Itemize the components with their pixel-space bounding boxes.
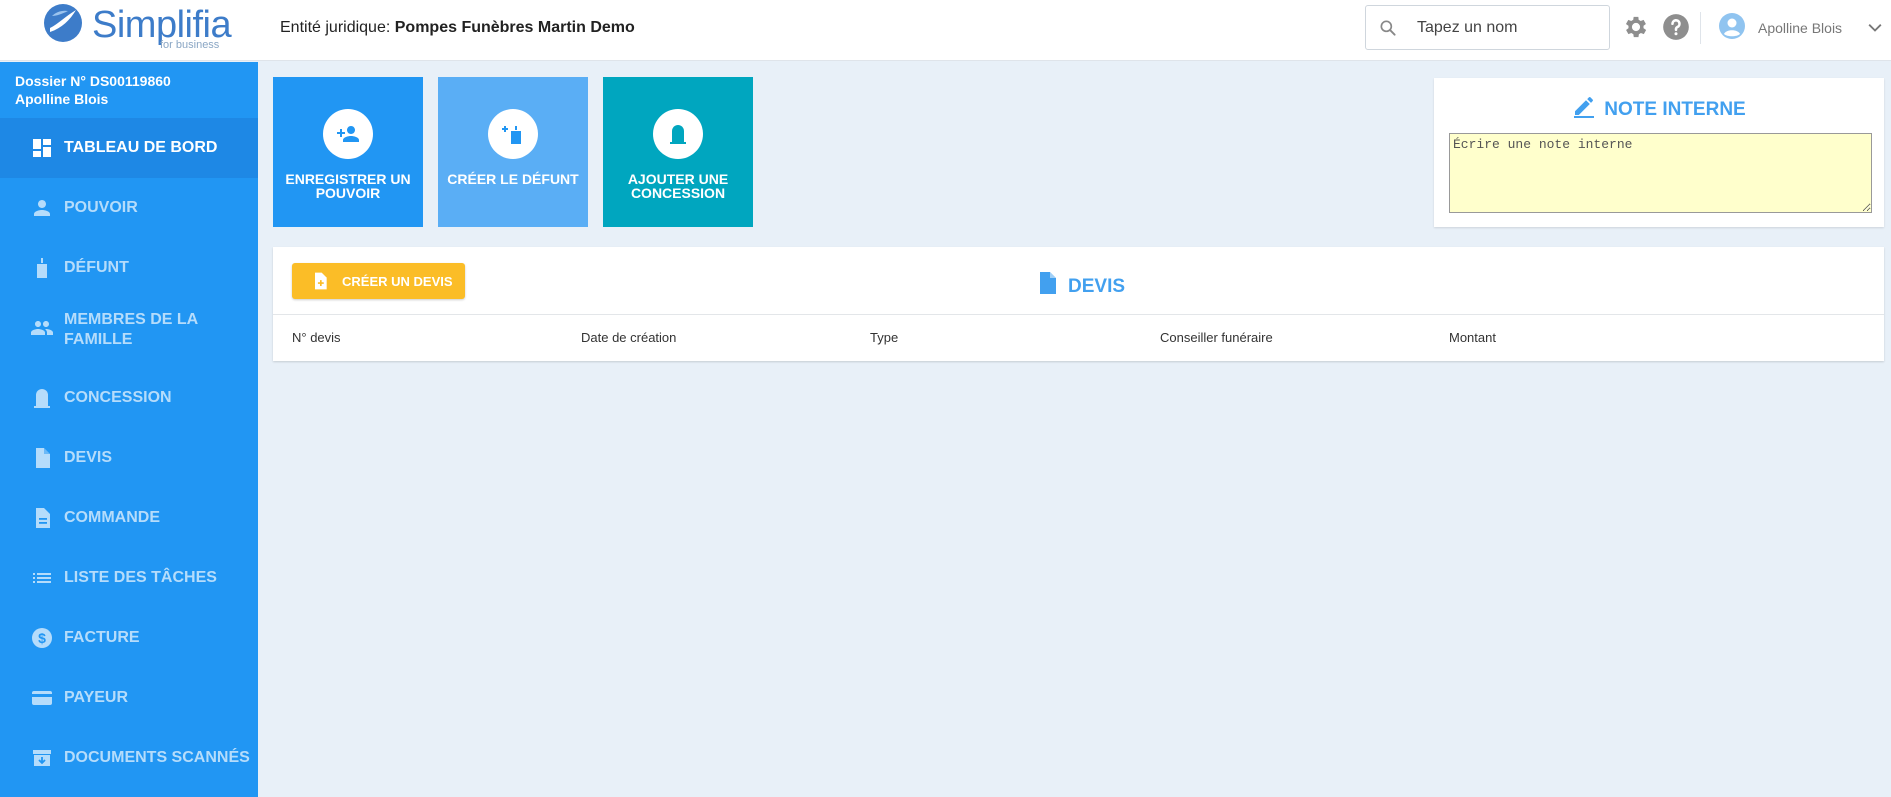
- sidebar-item-label: PAYEUR: [64, 689, 129, 706]
- create-devis-button[interactable]: CRÉER UN DEVIS: [292, 263, 465, 299]
- legal-entity: Entité juridique: Pompes Funèbres Martin…: [280, 19, 635, 37]
- order-icon: [36, 508, 50, 528]
- search-icon: [1380, 20, 1396, 36]
- add-candle-icon: [502, 126, 521, 144]
- credit-card-icon: [32, 691, 52, 705]
- tile-icon-circle: [488, 109, 538, 159]
- top-header: Simplifia for business Entité juridique:…: [0, 0, 1891, 61]
- sidebar-item-pouvoir[interactable]: POUVOIR: [0, 178, 258, 238]
- register-pouvoir-tile[interactable]: ENREGISTRER UN POUVOIR: [273, 77, 423, 227]
- sidebar-item-label: LISTE DES TÂCHES: [64, 569, 217, 586]
- column-header-conseiller[interactable]: Conseiller funéraire: [1160, 330, 1273, 345]
- internal-note-panel: NOTE INTERNE: [1434, 78, 1884, 227]
- table-divider: [273, 314, 1884, 315]
- internal-note-title: NOTE INTERNE: [1434, 94, 1884, 121]
- column-header-numero[interactable]: N° devis: [292, 330, 341, 345]
- sidebar-item-label: POUVOIR: [64, 199, 138, 216]
- search-input[interactable]: [1417, 12, 1602, 44]
- sidebar-item-devis[interactable]: DEVIS: [0, 428, 258, 488]
- sidebar-item-label: DOCUMENTS SCANNÉS: [64, 749, 250, 766]
- sidebar-item-label: FACTURE: [64, 629, 140, 646]
- tile-icon-circle: [653, 109, 703, 159]
- candle-icon: [37, 258, 47, 278]
- add-document-icon: [315, 272, 327, 290]
- sidebar-item-documents-scannes[interactable]: DOCUMENTS SCANNÉS: [0, 728, 258, 788]
- logo-mark-icon: [44, 4, 82, 42]
- simplifia-logo[interactable]: Simplifia for business: [42, 2, 282, 52]
- document-icon: [1040, 272, 1056, 294]
- add-person-icon: [337, 126, 359, 142]
- chevron-down-icon: [1868, 24, 1882, 32]
- column-header-date-creation[interactable]: Date de création: [581, 330, 676, 345]
- tile-label: CRÉER LE DÉFUNT: [447, 171, 579, 187]
- user-name: Apolline Blois: [1758, 20, 1843, 36]
- pencil-icon: [1574, 97, 1595, 118]
- tombstone-icon: [670, 125, 686, 144]
- archive-icon: [33, 750, 51, 766]
- create-defunt-tile[interactable]: CRÉER LE DÉFUNT: [438, 77, 588, 227]
- entity-label: Entité juridique:: [280, 19, 391, 36]
- svg-text:$: $: [38, 630, 46, 646]
- sidebar-item-label: MEMBRES DE LA FAMILLE: [64, 311, 198, 348]
- sidebar-item-label: TABLEAU DE BORD: [64, 139, 218, 156]
- create-devis-label: CRÉER UN DEVIS: [342, 274, 453, 289]
- sidebar-item-label: DEVIS: [64, 449, 113, 466]
- gear-icon[interactable]: [1622, 13, 1650, 41]
- sidebar-item-concession[interactable]: CONCESSION: [0, 368, 258, 428]
- header-divider: [1700, 12, 1701, 44]
- dollar-icon: $: [32, 628, 52, 648]
- sidebar-item-label: DÉFUNT: [64, 259, 129, 276]
- document-icon: [36, 448, 50, 468]
- people-icon: [31, 321, 53, 335]
- list-icon: [33, 573, 51, 583]
- dossier-number: Dossier N° DS00119860: [15, 73, 171, 89]
- sidebar-item-facture[interactable]: $ FACTURE: [0, 608, 258, 668]
- help-icon[interactable]: [1662, 13, 1690, 41]
- column-header-montant[interactable]: Montant: [1449, 330, 1496, 345]
- dossier-info: Dossier N° DS00119860 Apolline Blois: [15, 72, 171, 108]
- user-menu[interactable]: Apolline Blois: [1718, 12, 1882, 44]
- sidebar-item-tableau-de-bord[interactable]: TABLEAU DE BORD: [0, 118, 258, 178]
- note-title-text: NOTE INTERNE: [1604, 99, 1746, 120]
- sidebar-item-membres-famille[interactable]: MEMBRES DE LA FAMILLE: [0, 298, 258, 358]
- sidebar: Dossier N° DS00119860 Apolline Blois TAB…: [0, 62, 258, 797]
- sidebar-item-payeur[interactable]: PAYEUR: [0, 668, 258, 728]
- entity-name: Pompes Funèbres Martin Demo: [394, 19, 635, 36]
- avatar-icon: [1719, 13, 1745, 39]
- tile-icon-circle: [323, 109, 373, 159]
- sidebar-item-liste-taches[interactable]: LISTE DES TÂCHES: [0, 548, 258, 608]
- sidebar-item-label: COMMANDE: [64, 509, 160, 526]
- devis-title: DEVIS: [1038, 271, 1125, 298]
- tile-label: AJOUTER UNE CONCESSION: [627, 171, 729, 201]
- search-box[interactable]: [1365, 5, 1610, 50]
- column-header-type[interactable]: Type: [870, 330, 898, 345]
- dossier-client: Apolline Blois: [15, 91, 109, 107]
- logo-subtext: for business: [160, 39, 220, 51]
- add-concession-tile[interactable]: AJOUTER UNE CONCESSION: [603, 77, 753, 227]
- devis-panel: CRÉER UN DEVIS DEVIS N° devis Date de cr…: [273, 247, 1884, 361]
- sidebar-item-defunt[interactable]: DÉFUNT: [0, 238, 258, 298]
- tile-label: ENREGISTRER UN POUVOIR: [285, 171, 411, 201]
- devis-title-text: DEVIS: [1068, 276, 1126, 297]
- internal-note-input[interactable]: [1449, 133, 1872, 213]
- dashboard-icon: [33, 139, 51, 157]
- sidebar-item-commande[interactable]: COMMANDE: [0, 488, 258, 548]
- tombstone-icon: [34, 389, 50, 408]
- sidebar-item-label: CONCESSION: [64, 389, 172, 406]
- person-icon: [34, 200, 50, 216]
